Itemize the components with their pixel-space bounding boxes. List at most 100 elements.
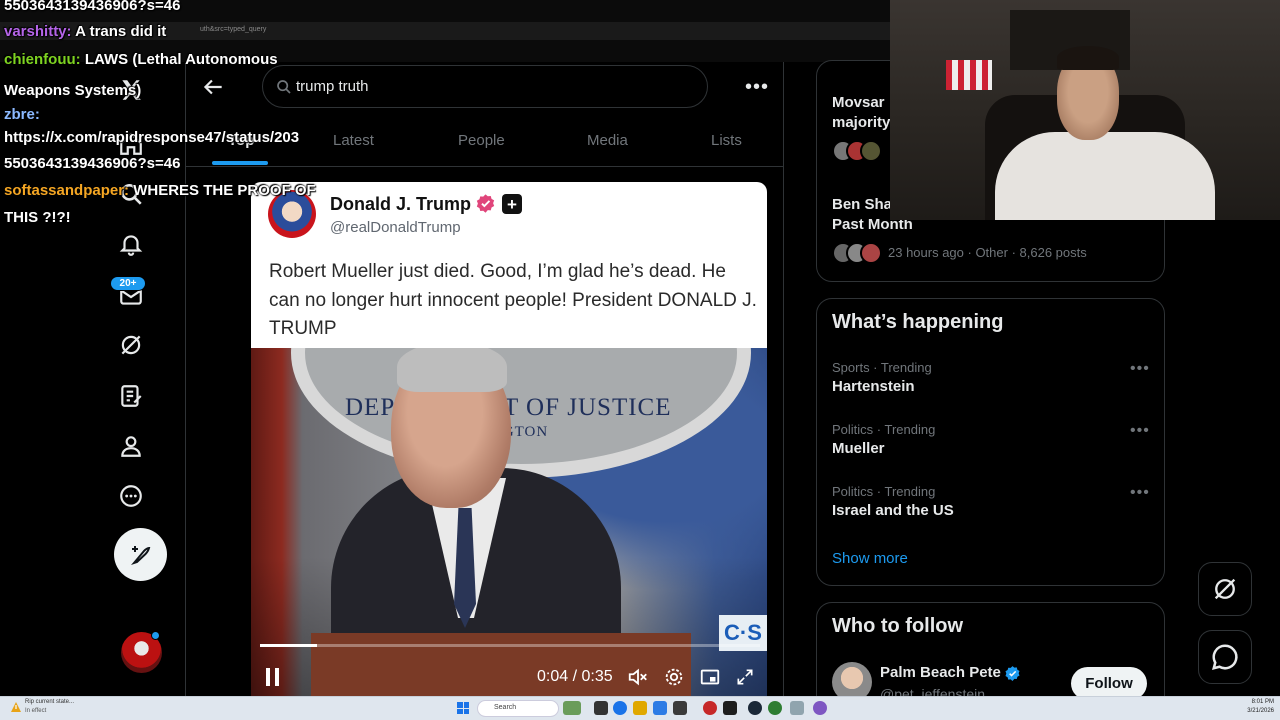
windows-taskbar: Rip current state... In effect Search 8:… — [0, 696, 1280, 720]
chat-text: A trans did it — [75, 23, 167, 40]
video-progress-fill — [260, 644, 317, 647]
chat-username: zbre: — [4, 106, 40, 123]
tab-lists[interactable]: Lists — [711, 132, 742, 149]
more-options-button[interactable]: ••• — [745, 76, 769, 99]
taskbar-app-icon[interactable] — [790, 701, 804, 715]
speaker-hair — [397, 348, 507, 392]
verified-badge-icon — [1005, 666, 1020, 681]
account-status-dot — [151, 631, 160, 640]
chat-text: LAWS (Lethal Autonomous — [84, 51, 278, 68]
chat-username: varshitty: — [4, 23, 72, 40]
trend-category: Politics · Trending — [832, 422, 936, 437]
chat-username: chienfouu: — [4, 51, 81, 68]
video-progress-track[interactable] — [260, 644, 760, 647]
mute-icon[interactable] — [627, 666, 649, 688]
chat-text: Weapons Systems) — [4, 82, 142, 99]
tab-media[interactable]: Media — [587, 132, 628, 149]
chat-line: 5503643139436906?s=46 — [4, 154, 180, 174]
chat-text: 5503643139436906?s=46 — [4, 0, 181, 14]
profile-icon[interactable] — [115, 430, 147, 462]
chat-line: https://x.com/rapidresponse47/status/203 — [4, 128, 299, 148]
grok-icon — [1214, 578, 1236, 600]
notifications-bell-icon[interactable] — [115, 228, 147, 260]
clock-date[interactable]: 3/21/2026 — [1236, 708, 1274, 714]
url-text: uth&src=typed_query — [200, 26, 267, 33]
who-to-follow-title: Who to follow — [832, 615, 964, 637]
taskbar-app-icon[interactable] — [653, 701, 667, 715]
chat-username: softassandpaper: — [4, 182, 130, 199]
webcam-overlay — [890, 0, 1280, 220]
chat-link: https://x.com/rapidresponse47/status/203 — [4, 129, 300, 146]
steam-icon[interactable] — [748, 701, 762, 715]
chrome-icon[interactable] — [768, 701, 782, 715]
poster-handle: @realDonaldTrump — [330, 219, 461, 236]
chat-line: 5503643139436906?s=46 — [4, 0, 180, 16]
clock-time[interactable]: 8:01 PM — [1244, 699, 1274, 705]
windows-start-icon[interactable] — [457, 702, 469, 714]
chat-bubble-icon — [1211, 644, 1238, 671]
weather-notice-title: Rip current state... — [25, 699, 75, 705]
weather-notice-subtitle: In effect — [25, 708, 47, 714]
trend-more-button[interactable]: ••• — [1130, 484, 1150, 502]
taskbar-app-icon[interactable] — [813, 701, 827, 715]
news-meta: 23 hours ago · Other · 8,626 posts — [888, 245, 1087, 260]
chat-line: chienfouu: LAWS (Lethal Autonomous — [4, 50, 278, 70]
webcam-background-object — [946, 60, 992, 90]
chat-line: varshitty: A trans did it — [4, 22, 166, 42]
trend-more-button[interactable]: ••• — [1130, 360, 1150, 378]
active-tab-indicator — [212, 161, 268, 165]
edge-icon[interactable] — [613, 701, 627, 715]
trend-more-button[interactable]: ••• — [1130, 422, 1150, 440]
trend-name[interactable]: Mueller — [832, 440, 885, 457]
follow-plus-icon: + — [502, 194, 522, 214]
messages-float-button[interactable] — [1198, 630, 1252, 684]
trend-name[interactable]: Hartenstein — [832, 378, 915, 395]
picture-in-picture-icon[interactable] — [699, 666, 721, 688]
taskbar-app-icon[interactable] — [723, 701, 737, 715]
search-query-text[interactable]: trump truth — [296, 78, 369, 95]
more-circle-icon[interactable] — [115, 480, 147, 512]
taskbar-app-icon[interactable] — [673, 701, 687, 715]
show-more-link[interactable]: Show more — [832, 550, 908, 567]
suggested-user-name[interactable]: Palm Beach Pete — [880, 664, 1001, 681]
file-explorer-icon[interactable] — [633, 701, 647, 715]
news-avatars — [832, 242, 882, 264]
compose-post-button[interactable] — [114, 528, 167, 581]
chat-line: zbre: — [4, 105, 40, 125]
grok-float-button[interactable] — [1198, 562, 1252, 616]
news-item-title[interactable]: Movsar majority — [832, 93, 892, 133]
tab-latest[interactable]: Latest — [333, 132, 374, 149]
taskbar-app-icon[interactable] — [563, 701, 581, 715]
tab-people[interactable]: People — [458, 132, 505, 149]
tabs-divider — [186, 166, 784, 167]
back-arrow-icon[interactable] — [200, 74, 226, 100]
verified-badge-icon — [476, 194, 495, 213]
chat-text: WHERES THE PROOF OF — [133, 182, 316, 199]
search-icon — [277, 80, 291, 94]
grok-icon[interactable] — [115, 329, 147, 361]
warning-icon[interactable] — [10, 701, 22, 713]
post-body-text: Robert Mueller just died. Good, I’m glad… — [269, 261, 757, 339]
webcam-streamer-hair — [1057, 46, 1119, 70]
whats-happening-title: What’s happening — [832, 311, 1004, 333]
trend-category: Politics · Trending — [832, 484, 936, 499]
lists-icon[interactable] — [115, 380, 147, 412]
news-avatars — [832, 140, 882, 162]
messages-badge: 20+ — [110, 276, 146, 291]
video-time: 0:04 / 0:35 — [537, 668, 613, 685]
trend-name[interactable]: Israel and the US — [832, 502, 954, 519]
chat-line: THIS ?!?! — [4, 208, 71, 228]
settings-gear-icon[interactable] — [663, 666, 685, 688]
chat-line: softassandpaper: WHERES THE PROOF OF — [4, 181, 316, 201]
feather-plus-icon — [130, 545, 150, 565]
poster-name: Donald J. Trump — [330, 194, 472, 214]
trend-category: Sports · Trending — [832, 360, 932, 375]
taskbar-search[interactable]: Search — [477, 700, 559, 717]
taskbar-app-icon[interactable] — [594, 701, 608, 715]
chat-text: THIS ?!?! — [4, 209, 71, 226]
taskbar-app-icon[interactable] — [703, 701, 717, 715]
fullscreen-icon[interactable] — [735, 666, 755, 688]
webcam-streamer-hoodie — [995, 132, 1215, 220]
chat-text: 5503643139436906?s=46 — [4, 155, 181, 172]
pause-icon[interactable] — [263, 666, 283, 688]
